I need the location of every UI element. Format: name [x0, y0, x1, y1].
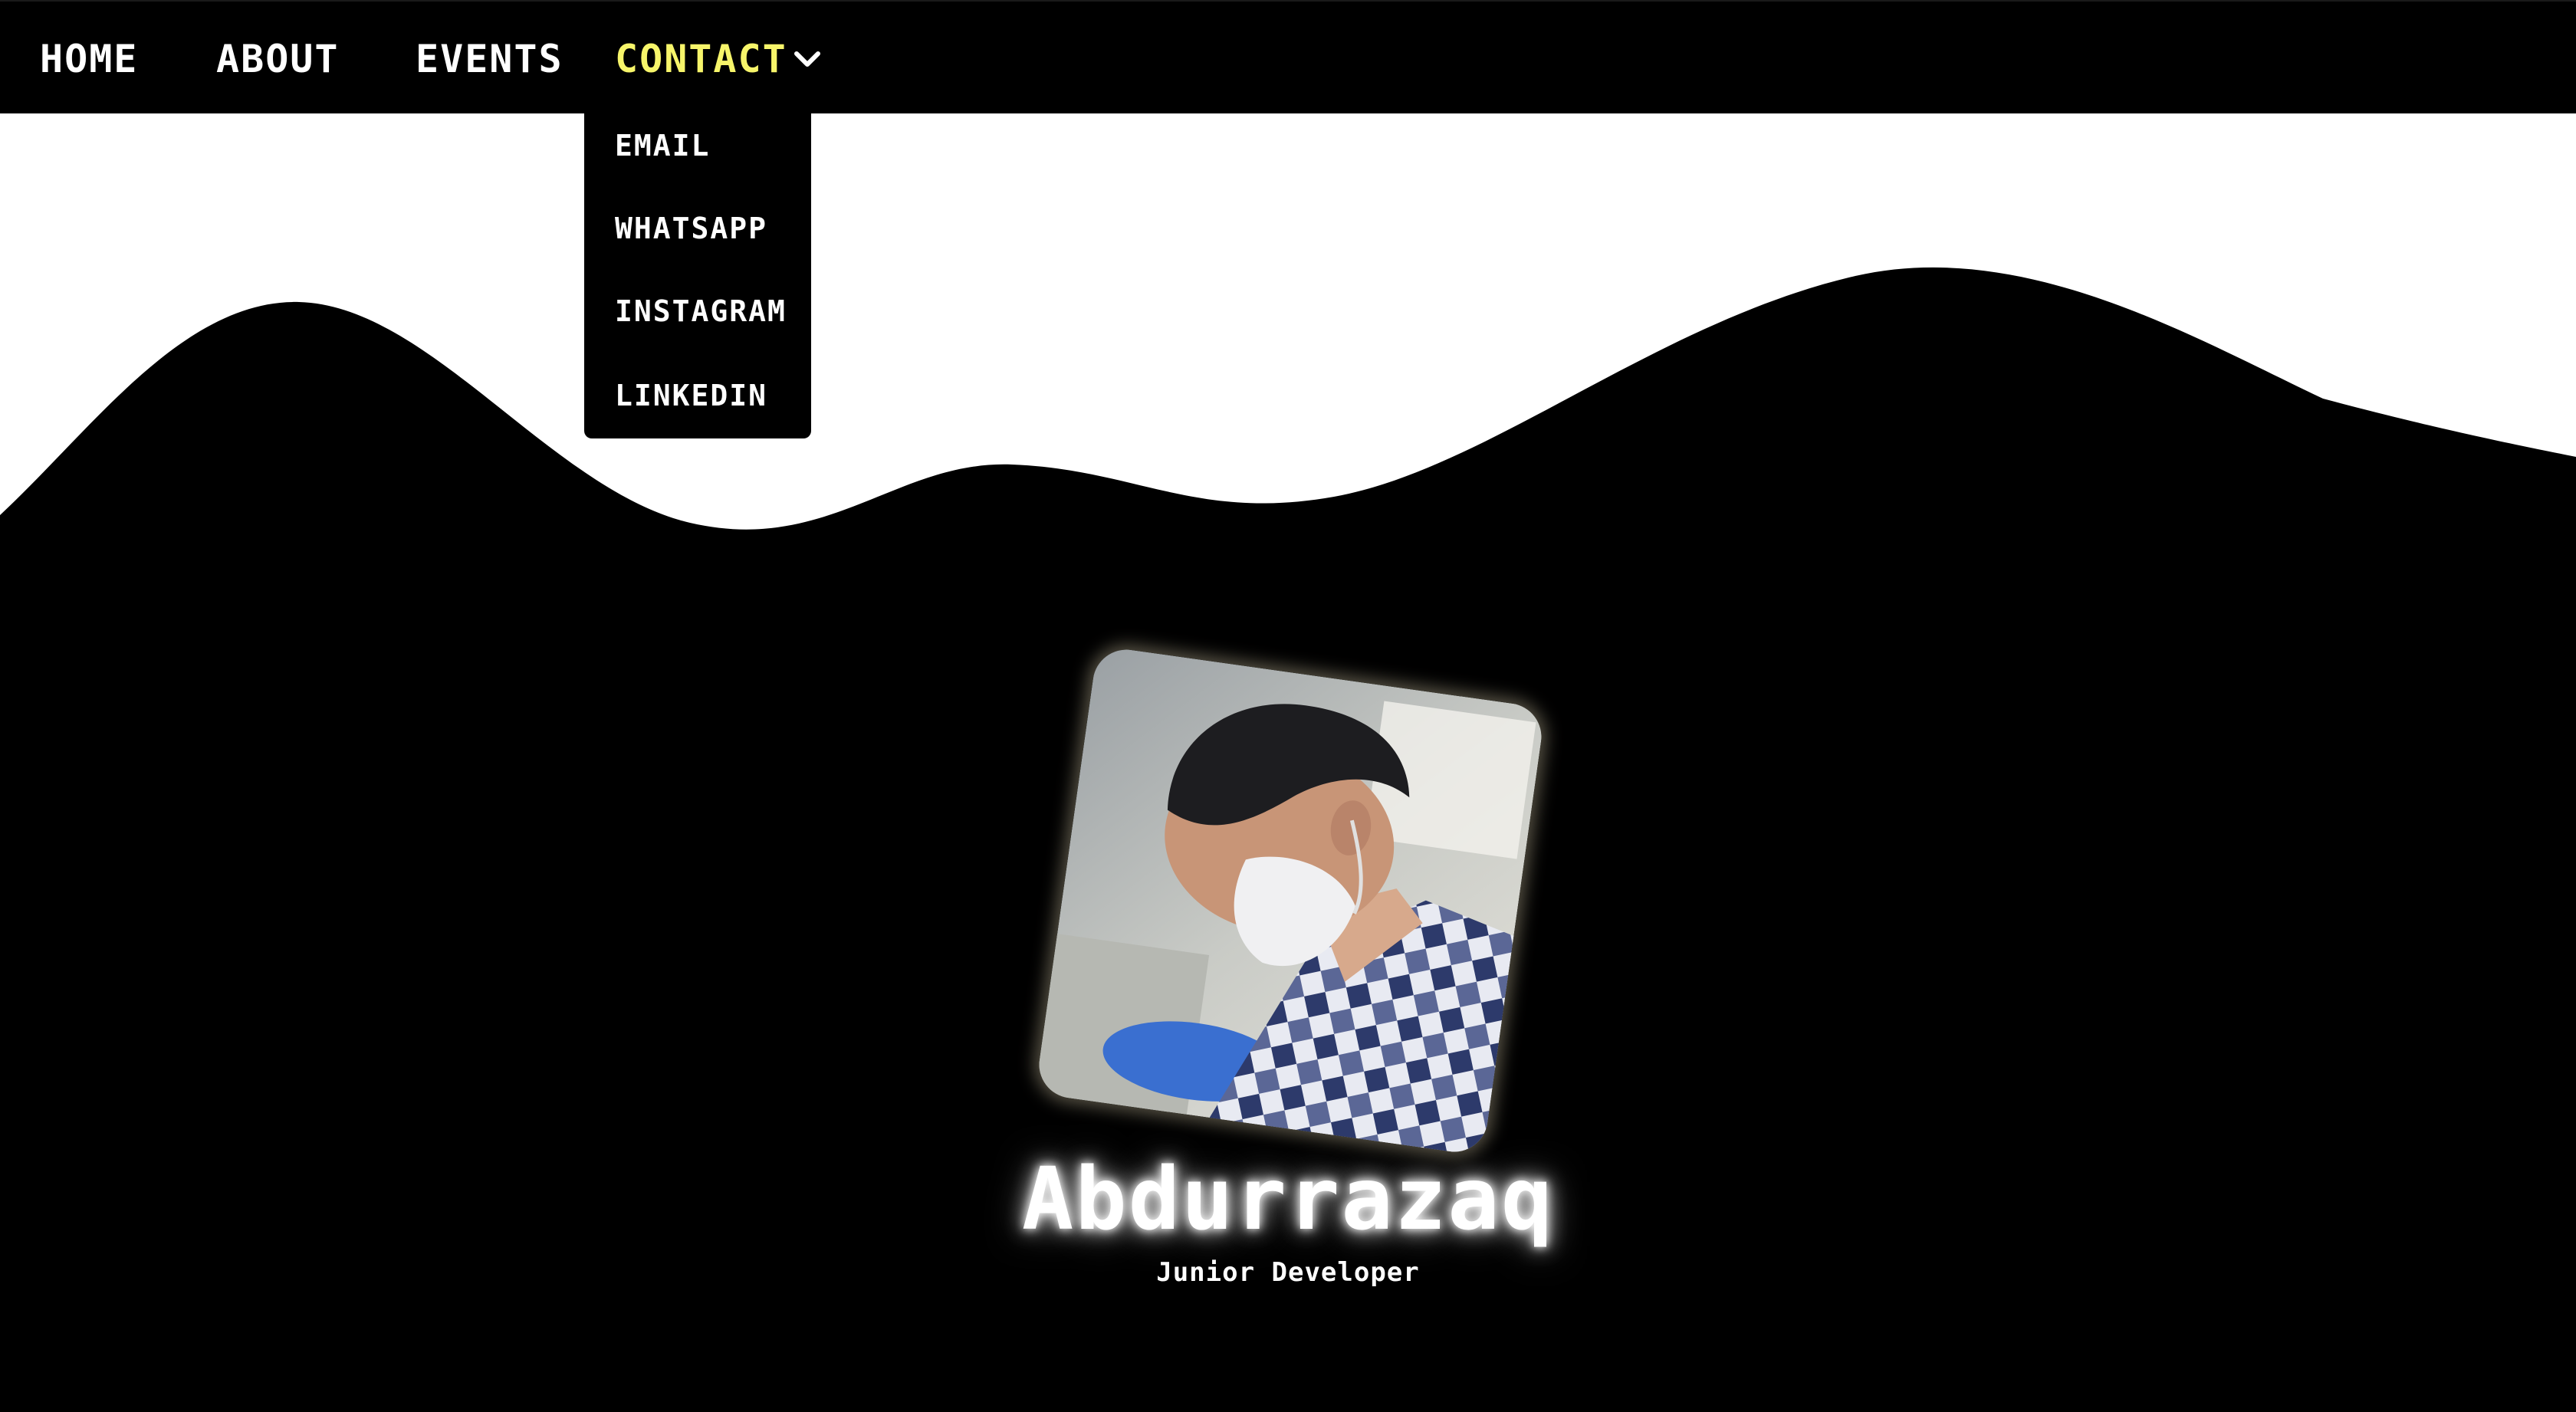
chevron-down-icon[interactable]: [793, 48, 822, 71]
profile-name: Abdurrazaq: [1021, 1150, 1555, 1249]
nav-home-link[interactable]: HOME: [40, 32, 138, 86]
main-navbar: HOME ABOUT EVENTS CONTACT: [0, 0, 2576, 113]
contact-instagram-link[interactable]: INSTAGRAM: [615, 288, 787, 334]
contact-linkedin-link[interactable]: LINKEDIN: [615, 373, 767, 419]
nav-contact-link[interactable]: CONTACT: [615, 32, 787, 86]
profile-photo-image: [1034, 645, 1546, 1157]
page: HOME ABOUT EVENTS CONTACT EMAIL WHATSAPP…: [0, 0, 2576, 1412]
contact-whatsapp-link[interactable]: WHATSAPP: [615, 205, 767, 251]
contact-email-link[interactable]: EMAIL: [615, 123, 710, 169]
profile-role: Junior Developer: [1156, 1257, 1420, 1288]
profile-photo: [1034, 645, 1546, 1157]
nav-about-link[interactable]: ABOUT: [216, 32, 340, 86]
nav-events-link[interactable]: EVENTS: [416, 32, 564, 86]
